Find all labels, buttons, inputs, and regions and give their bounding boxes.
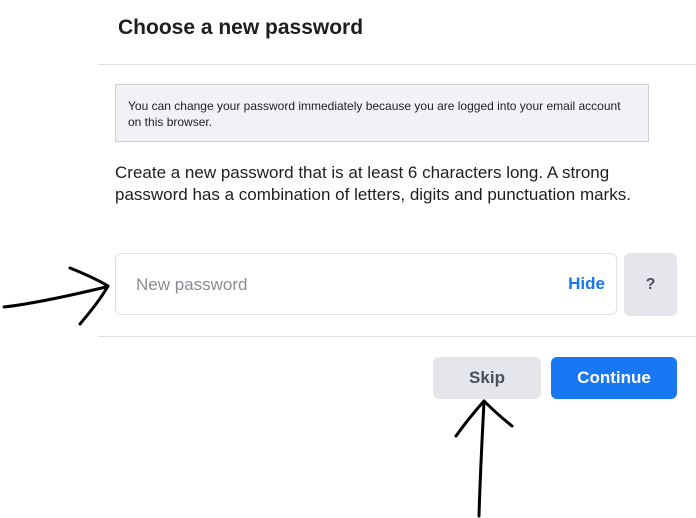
skip-button[interactable]: Skip bbox=[433, 357, 541, 399]
continue-button[interactable]: Continue bbox=[551, 357, 677, 399]
arrow-right-icon bbox=[2, 266, 110, 326]
login-notice: You can change your password immediately… bbox=[115, 84, 649, 142]
password-instructions: Create a new password that is at least 6… bbox=[115, 163, 631, 204]
hide-password-toggle[interactable]: Hide bbox=[568, 274, 605, 294]
password-reset-page: Choose a new password You can change you… bbox=[0, 0, 696, 518]
arrow-up-icon bbox=[454, 399, 514, 518]
new-password-input[interactable] bbox=[134, 254, 538, 316]
password-field-container: Hide bbox=[115, 253, 617, 316]
password-help-button[interactable]: ? bbox=[624, 253, 677, 316]
header-divider bbox=[98, 64, 696, 65]
dialog-title: Choose a new password bbox=[118, 16, 364, 39]
footer-divider bbox=[98, 336, 696, 337]
